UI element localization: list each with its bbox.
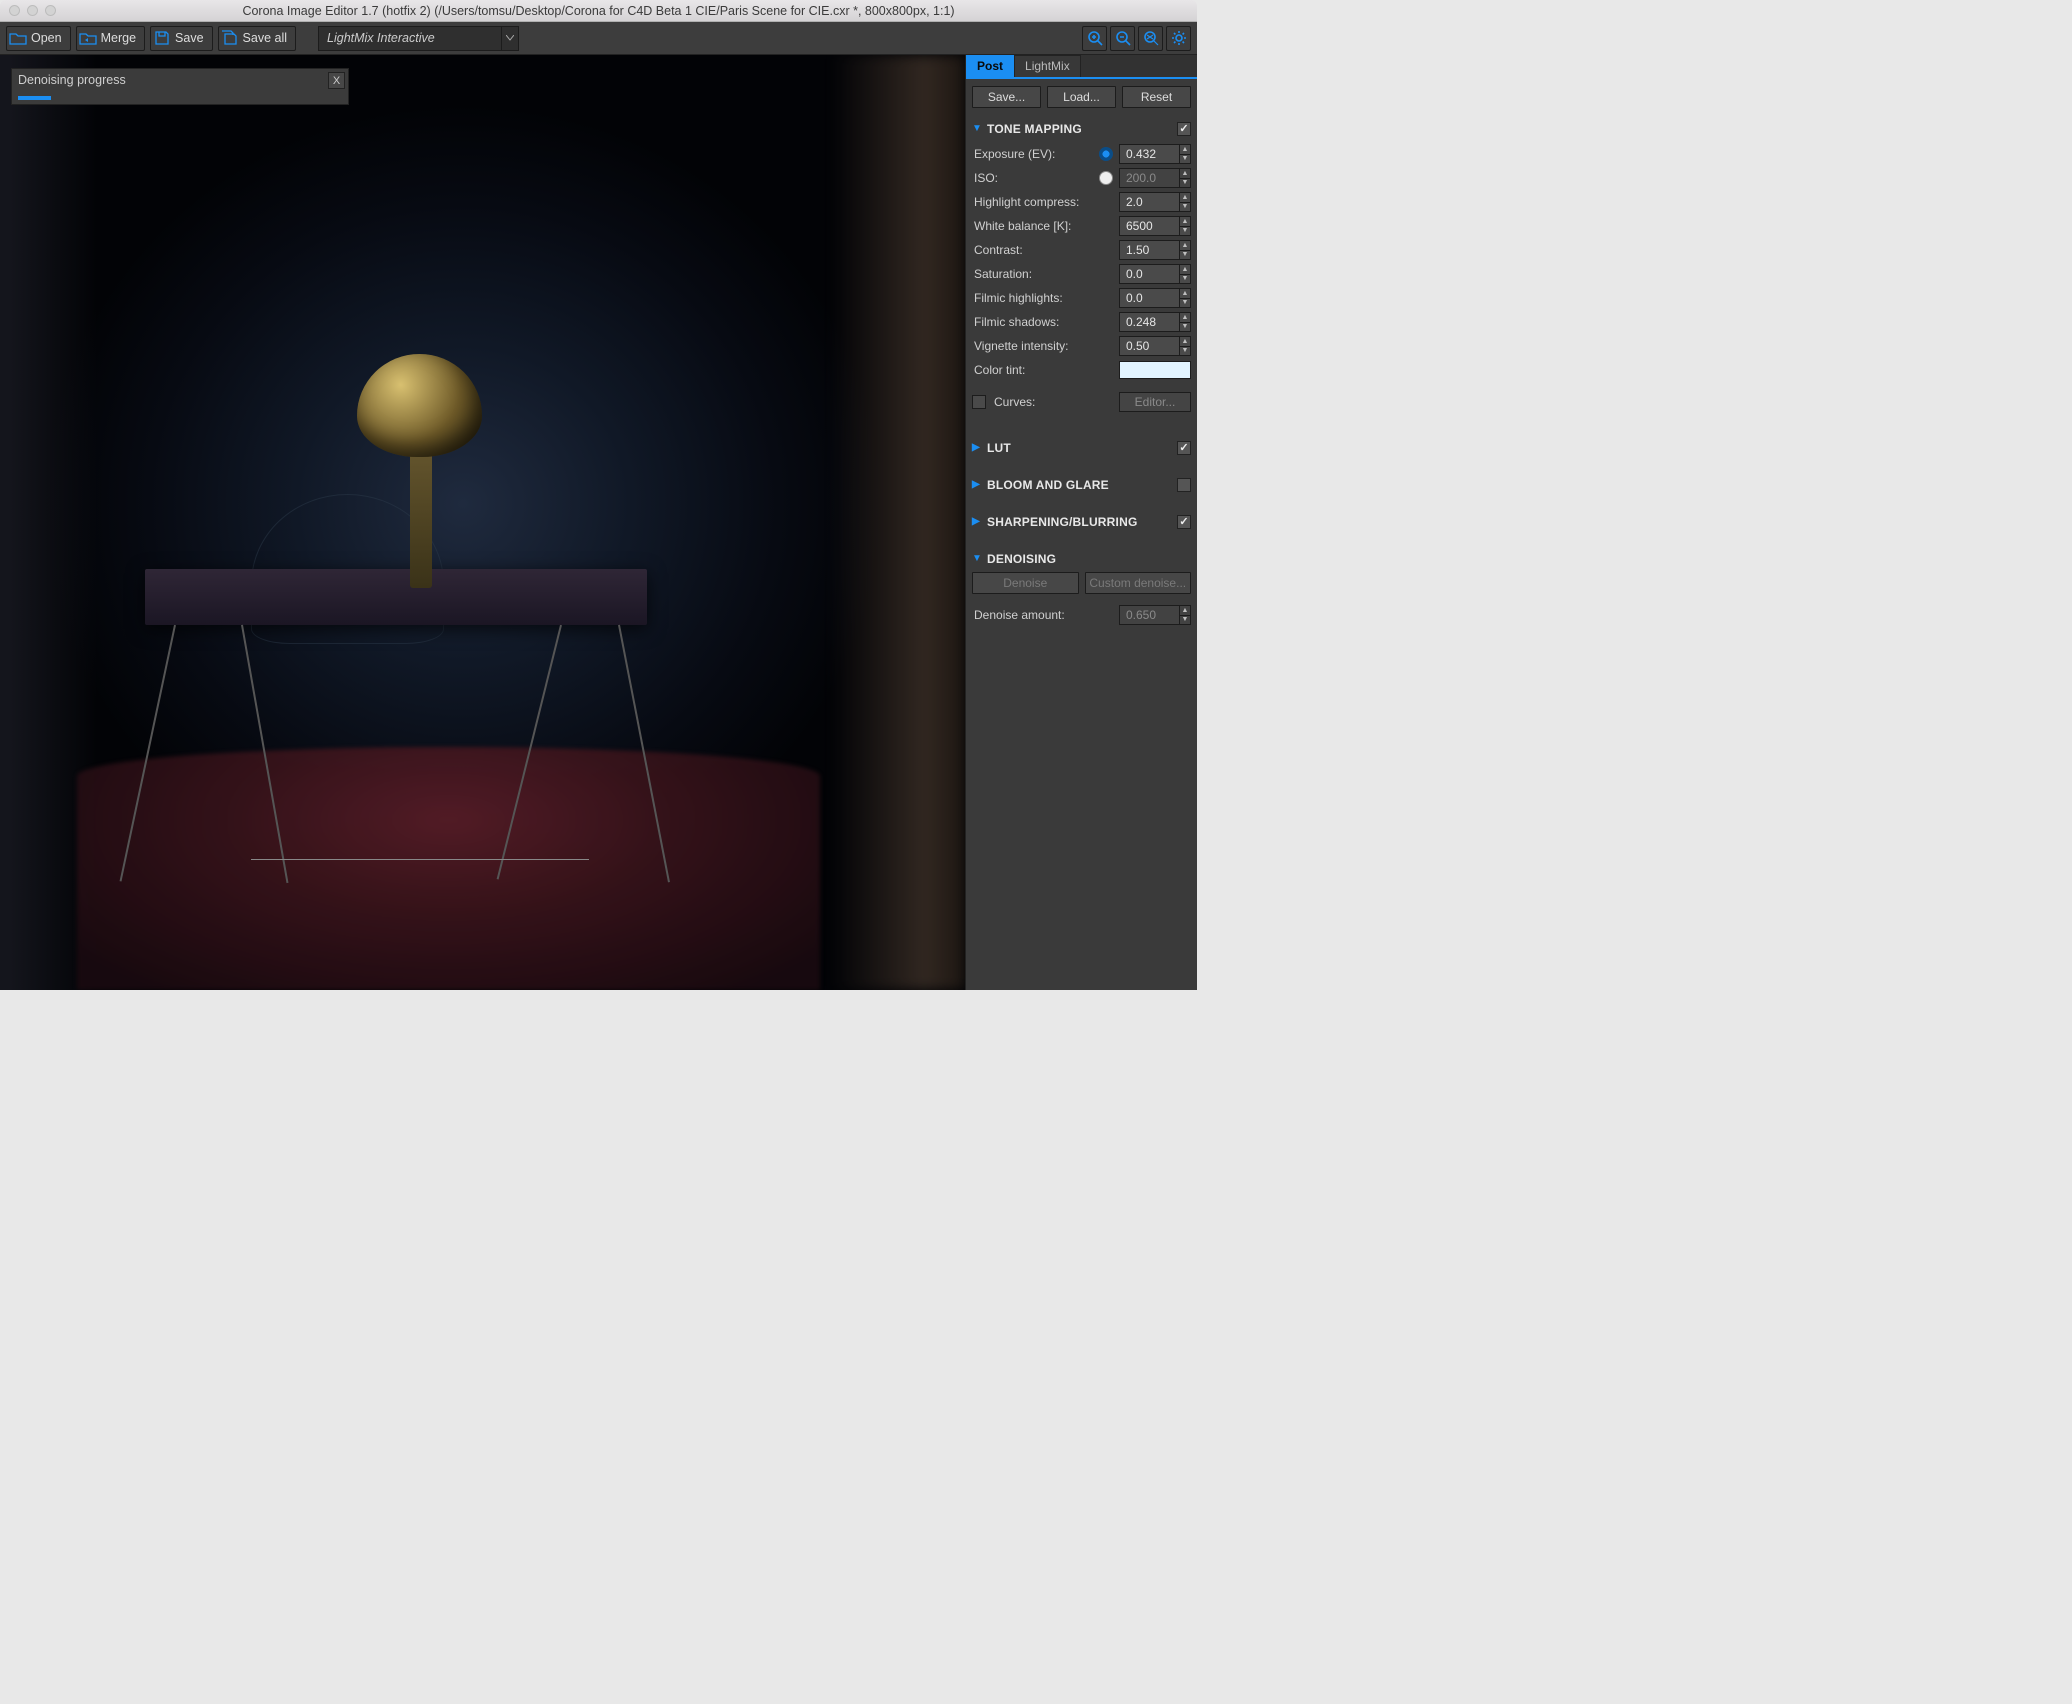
sharpen-checkbox[interactable]	[1177, 515, 1191, 529]
zoom-out-button[interactable]	[1110, 26, 1135, 51]
bloom-checkbox[interactable]	[1177, 478, 1191, 492]
minimize-window-icon[interactable]	[27, 5, 38, 16]
filmic-highlights-label: Filmic highlights:	[972, 291, 1119, 305]
open-icon	[7, 28, 29, 48]
iso-label: ISO:	[972, 171, 1099, 185]
spinner-icon[interactable]: ▲▼	[1179, 265, 1190, 283]
chevron-down-icon	[501, 27, 518, 50]
tab-lightmix[interactable]: LightMix	[1014, 55, 1081, 77]
white-balance-input[interactable]: 6500▲▼	[1119, 216, 1191, 236]
section-bloom[interactable]: ▶ BLOOM AND GLARE	[972, 473, 1191, 496]
zoom-window-icon[interactable]	[45, 5, 56, 16]
vignette-label: Vignette intensity:	[972, 339, 1119, 353]
vignette-input[interactable]: 0.50▲▼	[1119, 336, 1191, 356]
merge-button[interactable]: Merge	[76, 26, 145, 51]
denoise-amount-label: Denoise amount:	[972, 608, 1119, 622]
curves-label: Curves:	[992, 395, 1119, 409]
progress-label: Denoising progress	[18, 73, 126, 87]
window-titlebar: Corona Image Editor 1.7 (hotfix 2) (/Use…	[0, 0, 1197, 22]
panel-tabs: Post LightMix	[966, 55, 1197, 79]
zoom-in-button[interactable]	[1082, 26, 1107, 51]
contrast-input[interactable]: 1.50▲▼	[1119, 240, 1191, 260]
filmic-shadows-input[interactable]: 0.248▲▼	[1119, 312, 1191, 332]
spinner-icon[interactable]: ▲▼	[1179, 337, 1190, 355]
iso-radio[interactable]	[1099, 171, 1113, 185]
section-tone-mapping[interactable]: ▼ TONE MAPPING	[972, 117, 1191, 140]
zoom-fit-button[interactable]	[1138, 26, 1163, 51]
highlight-compress-input[interactable]: 2.0▲▼	[1119, 192, 1191, 212]
disclosure-right-icon: ▶	[972, 479, 984, 490]
panel-load-button[interactable]: Load...	[1047, 86, 1116, 108]
spinner-icon[interactable]: ▲▼	[1179, 193, 1190, 211]
denoising-progress-overlay: Denoising progress X	[11, 68, 349, 105]
tab-post[interactable]: Post	[966, 55, 1014, 77]
close-progress-button[interactable]: X	[328, 72, 345, 89]
iso-input[interactable]: 200.0▲▼	[1119, 168, 1191, 188]
color-tint-swatch[interactable]	[1119, 361, 1191, 379]
merge-icon	[77, 28, 99, 48]
save-button[interactable]: Save	[150, 26, 213, 51]
main-toolbar: Open Merge Save Save all LightMix Intera…	[0, 22, 1197, 55]
filmic-highlights-input[interactable]: 0.0▲▼	[1119, 288, 1191, 308]
saturation-input[interactable]: 0.0▲▼	[1119, 264, 1191, 284]
spinner-icon[interactable]: ▲▼	[1179, 145, 1190, 163]
denoise-amount-input[interactable]: 0.650▲▼	[1119, 605, 1191, 625]
preset-dropdown[interactable]: LightMix Interactive	[318, 26, 519, 51]
color-tint-label: Color tint:	[972, 363, 1119, 377]
exposure-label: Exposure (EV):	[972, 147, 1099, 161]
main-area: Denoising progress X Post LightMix Save.…	[0, 55, 1197, 990]
disclosure-down-icon: ▼	[972, 553, 984, 564]
progress-bar	[18, 96, 51, 100]
exposure-input[interactable]: 0.432▲▼	[1119, 144, 1191, 164]
exposure-radio[interactable]	[1099, 147, 1113, 161]
render-viewport[interactable]: Denoising progress X	[0, 55, 965, 990]
disclosure-right-icon: ▶	[972, 516, 984, 527]
tone-mapping-checkbox[interactable]	[1177, 122, 1191, 136]
panel-reset-button[interactable]: Reset	[1122, 86, 1191, 108]
saturation-label: Saturation:	[972, 267, 1119, 281]
open-button[interactable]: Open	[6, 26, 71, 51]
curves-checkbox[interactable]	[972, 395, 986, 409]
contrast-label: Contrast:	[972, 243, 1119, 257]
disclosure-down-icon: ▼	[972, 123, 984, 134]
side-panel: Post LightMix Save... Load... Reset ▼ TO…	[965, 55, 1197, 990]
spinner-icon[interactable]: ▲▼	[1179, 289, 1190, 307]
white-balance-label: White balance [K]:	[972, 219, 1119, 233]
spinner-icon[interactable]: ▲▼	[1179, 217, 1190, 235]
curves-editor-button[interactable]: Editor...	[1119, 392, 1191, 412]
highlight-compress-label: Highlight compress:	[972, 195, 1119, 209]
close-window-icon[interactable]	[9, 5, 20, 16]
spinner-icon[interactable]: ▲▼	[1179, 313, 1190, 331]
section-sharpen[interactable]: ▶ SHARPENING/BLURRING	[972, 510, 1191, 533]
save-icon	[151, 28, 173, 48]
window-title: Corona Image Editor 1.7 (hotfix 2) (/Use…	[0, 4, 1197, 18]
disclosure-right-icon: ▶	[972, 442, 984, 453]
spinner-icon[interactable]: ▲▼	[1179, 169, 1190, 187]
spinner-icon[interactable]: ▲▼	[1179, 241, 1190, 259]
spinner-icon[interactable]: ▲▼	[1179, 606, 1190, 624]
section-lut[interactable]: ▶ LUT	[972, 436, 1191, 459]
save-all-icon	[219, 28, 241, 48]
lut-checkbox[interactable]	[1177, 441, 1191, 455]
custom-denoise-button[interactable]: Custom denoise...	[1085, 572, 1192, 594]
denoise-button[interactable]: Denoise	[972, 572, 1079, 594]
window-controls	[9, 5, 56, 16]
filmic-shadows-label: Filmic shadows:	[972, 315, 1119, 329]
settings-button[interactable]	[1166, 26, 1191, 51]
section-denoising[interactable]: ▼ DENOISING	[972, 547, 1191, 570]
panel-save-button[interactable]: Save...	[972, 86, 1041, 108]
save-all-button[interactable]: Save all	[218, 26, 296, 51]
